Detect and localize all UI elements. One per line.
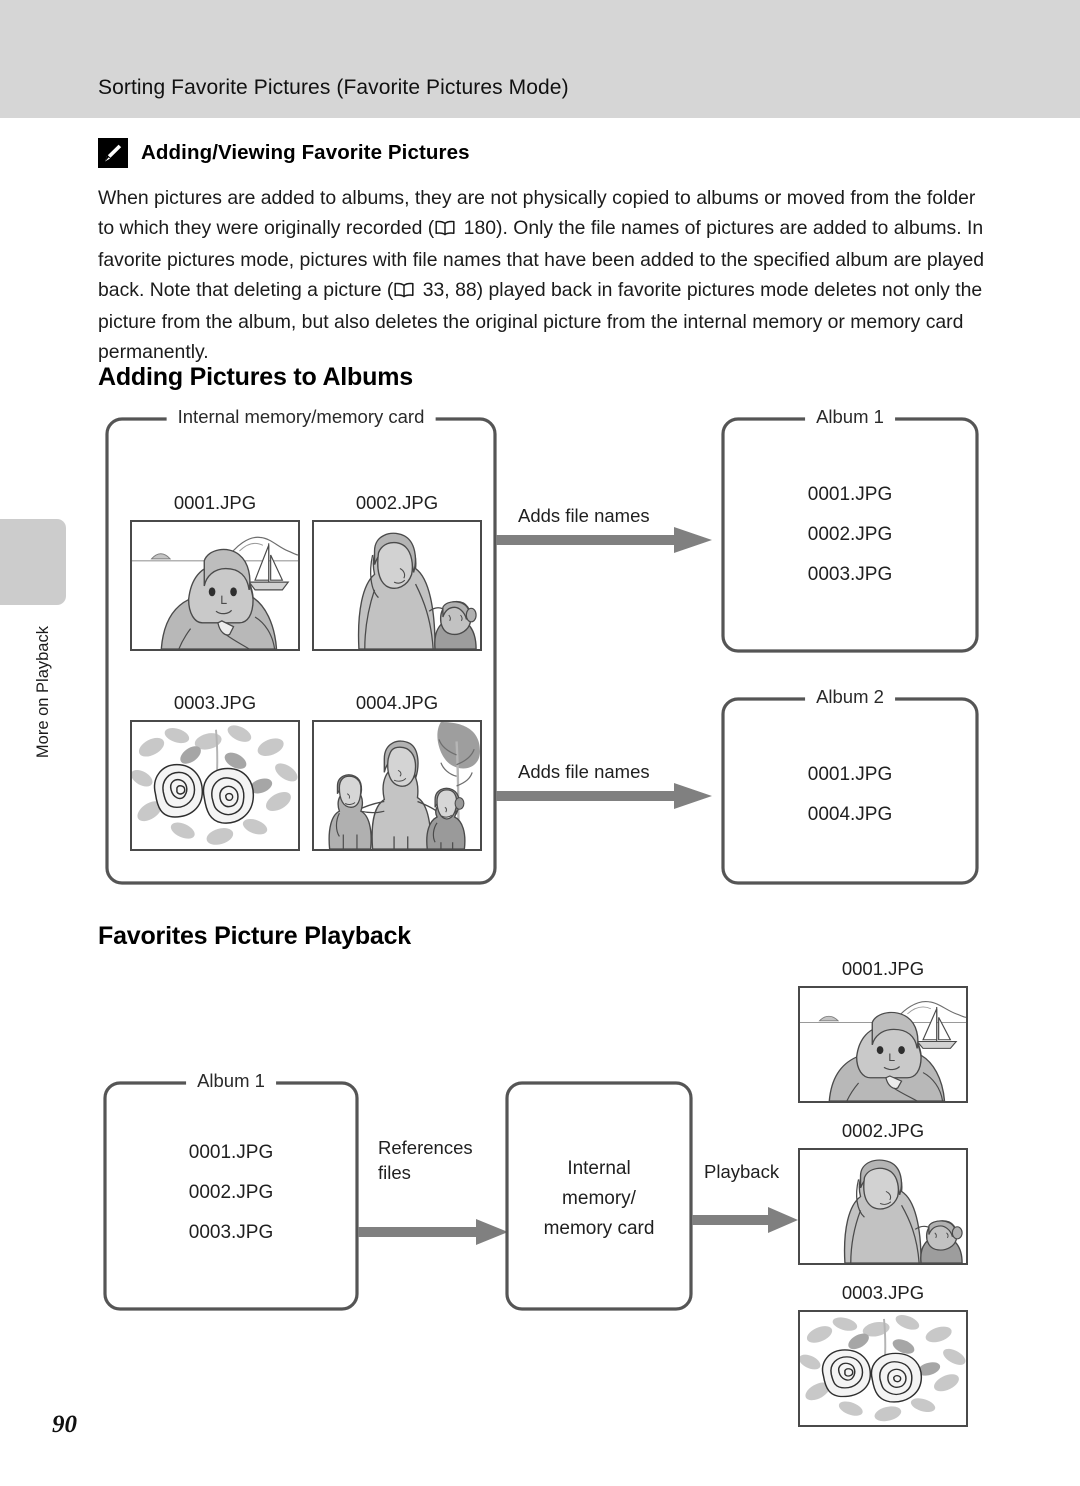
thumbnail-art-woman-and-child xyxy=(798,1148,968,1265)
side-tab-label: More on Playback xyxy=(33,626,52,759)
thumbnail-art-woman-and-child xyxy=(312,520,482,651)
album-file-item: 0002.JPG xyxy=(188,1182,274,1203)
thumbnail-caption: 0003.JPG xyxy=(841,1282,925,1303)
playback-thumbnail-0002: 0002.JPG xyxy=(798,1120,968,1265)
memory-box-line-2: memory/ xyxy=(562,1188,636,1209)
thumbnail-art-woman-seaside-sailboat xyxy=(798,986,968,1103)
thumbnail-caption: 0002.JPG xyxy=(841,1120,925,1141)
album-1-box: Album 1 0001.JPG 0002.JPG 0003.JPG xyxy=(721,406,979,653)
thumbnail-art-roses-flowers xyxy=(130,720,300,851)
memory-box-line-3: memory card xyxy=(543,1218,655,1239)
thumbnail-0001: 0001.JPG xyxy=(130,492,300,651)
arrow-references-files xyxy=(358,1218,508,1246)
thumbnail-art-roses-flowers xyxy=(798,1310,968,1427)
arrow-adds-file-names-2 xyxy=(496,781,712,811)
arrow-adds-file-names-1 xyxy=(496,525,712,555)
album-1-file-list: 0001.JPG 0002.JPG 0003.JPG xyxy=(722,484,978,604)
playback-album-1-file-list: 0001.JPG 0002.JPG 0003.JPG xyxy=(104,1142,358,1262)
note-heading: Adding/Viewing Favorite Pictures xyxy=(98,138,470,168)
side-tab-block xyxy=(0,519,66,605)
thumbnail-0002: 0002.JPG xyxy=(312,492,482,651)
section-heading-adding: Adding Pictures to Albums xyxy=(98,363,413,391)
album-file-item: 0002.JPG xyxy=(807,524,893,545)
thumbnail-caption: 0001.JPG xyxy=(841,958,925,979)
album-file-item: 0001.JPG xyxy=(188,1142,274,1163)
album-2-label: Album 2 xyxy=(805,686,895,708)
playback-thumbnail-0003: 0003.JPG xyxy=(798,1282,968,1427)
album-2-box: Album 2 0001.JPG 0004.JPG xyxy=(721,686,979,885)
playback-album-1-label: Album 1 xyxy=(186,1070,276,1092)
side-tab-label-wrap: More on Playback xyxy=(0,626,86,846)
album-file-item: 0001.JPG xyxy=(807,764,893,785)
page-header-title: Sorting Favorite Pictures (Favorite Pict… xyxy=(98,76,569,99)
playback-album-1-box: Album 1 0001.JPG 0002.JPG 0003.JPG xyxy=(103,1070,359,1311)
playback-memory-box-text: Internal memory/ memory card xyxy=(506,1154,692,1244)
playback-thumbnail-0001: 0001.JPG xyxy=(798,958,968,1103)
memory-box-line-1: Internal xyxy=(567,1158,631,1179)
album-file-item: 0003.JPG xyxy=(188,1222,274,1243)
section-heading-playback: Favorites Picture Playback xyxy=(98,922,412,950)
page-number: 90 xyxy=(52,1411,77,1438)
album-file-item: 0001.JPG xyxy=(807,484,893,505)
note-title: Adding/Viewing Favorite Pictures xyxy=(141,141,470,164)
album-file-item: 0004.JPG xyxy=(807,804,893,825)
thumbnail-caption: 0002.JPG xyxy=(355,492,439,513)
arrow-playback xyxy=(692,1206,798,1234)
book-icon xyxy=(435,215,455,245)
page-header-band xyxy=(0,0,1080,118)
thumbnail-caption: 0004.JPG xyxy=(355,692,439,713)
book-ref-2: 33, 88 xyxy=(422,279,477,301)
thumbnail-art-woman-seaside-sailboat xyxy=(130,520,300,651)
thumbnail-art-family-three-tree xyxy=(312,720,482,851)
album-file-item: 0003.JPG xyxy=(807,564,893,585)
internal-memory-box-label: Internal memory/memory card xyxy=(166,406,436,428)
book-icon xyxy=(394,277,414,307)
album-1-label: Album 1 xyxy=(805,406,895,428)
thumbnail-0003: 0003.JPG xyxy=(130,692,300,851)
pencil-icon xyxy=(98,138,128,168)
thumbnail-caption: 0001.JPG xyxy=(173,492,257,513)
thumbnail-0004: 0004.JPG xyxy=(312,692,482,851)
book-ref-1: 180 xyxy=(463,217,497,239)
playback-memory-box: Internal memory/ memory card xyxy=(505,1081,693,1311)
arrow-label-playback: Playback xyxy=(704,1161,780,1182)
arrow-label-references-files: References files xyxy=(378,1137,473,1183)
note-paragraph: When pictures are added to albums, they … xyxy=(98,183,988,367)
thumbnail-caption: 0003.JPG xyxy=(173,692,257,713)
album-2-file-list: 0001.JPG 0004.JPG xyxy=(722,764,978,844)
